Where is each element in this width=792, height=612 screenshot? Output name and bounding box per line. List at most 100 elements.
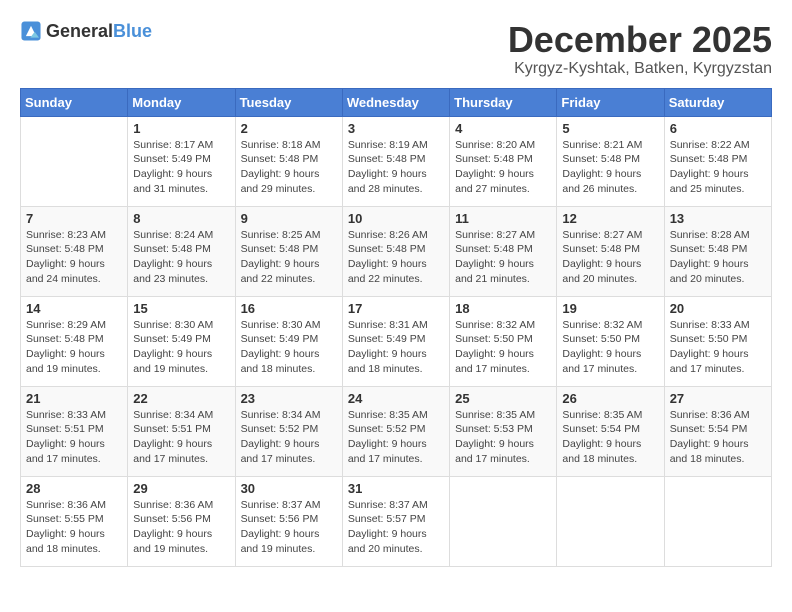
day-number: 10 bbox=[348, 211, 444, 226]
day-info: Sunrise: 8:36 AMSunset: 5:56 PMDaylight:… bbox=[133, 498, 229, 557]
calendar-cell: 9 Sunrise: 8:25 AMSunset: 5:48 PMDaylight… bbox=[235, 206, 342, 296]
calendar-cell: 7 Sunrise: 8:23 AMSunset: 5:48 PMDaylight… bbox=[21, 206, 128, 296]
day-number: 29 bbox=[133, 481, 229, 496]
day-number: 16 bbox=[241, 301, 337, 316]
day-info: Sunrise: 8:35 AMSunset: 5:52 PMDaylight:… bbox=[348, 408, 444, 467]
day-info: Sunrise: 8:25 AMSunset: 5:48 PMDaylight:… bbox=[241, 228, 337, 287]
day-number: 27 bbox=[670, 391, 766, 406]
calendar-cell: 26 Sunrise: 8:35 AMSunset: 5:54 PMDayligh… bbox=[557, 386, 664, 476]
day-info: Sunrise: 8:30 AMSunset: 5:49 PMDaylight:… bbox=[241, 318, 337, 377]
calendar-cell: 23 Sunrise: 8:34 AMSunset: 5:52 PMDayligh… bbox=[235, 386, 342, 476]
title-area: December 2025 Kyrgyz-Kyshtak, Batken, Ky… bbox=[508, 20, 772, 78]
calendar-cell: 1 Sunrise: 8:17 AMSunset: 5:49 PMDaylight… bbox=[128, 116, 235, 206]
day-number: 26 bbox=[562, 391, 658, 406]
location-title: Kyrgyz-Kyshtak, Batken, Kyrgyzstan bbox=[508, 60, 772, 78]
day-number: 15 bbox=[133, 301, 229, 316]
calendar-cell: 19Sunrise: 8:32 AMSunset: 5:50 PMDayligh… bbox=[557, 296, 664, 386]
day-info: Sunrise: 8:35 AMSunset: 5:53 PMDaylight:… bbox=[455, 408, 551, 467]
day-number: 9 bbox=[241, 211, 337, 226]
calendar-week-2: 7 Sunrise: 8:23 AMSunset: 5:48 PMDaylight… bbox=[21, 206, 772, 296]
calendar-cell: 21 Sunrise: 8:33 AMSunset: 5:51 PMDayligh… bbox=[21, 386, 128, 476]
day-number: 21 bbox=[26, 391, 122, 406]
calendar-cell: 16 Sunrise: 8:30 AMSunset: 5:49 PMDayligh… bbox=[235, 296, 342, 386]
calendar-week-4: 21 Sunrise: 8:33 AMSunset: 5:51 PMDayligh… bbox=[21, 386, 772, 476]
day-number: 24 bbox=[348, 391, 444, 406]
day-number: 30 bbox=[241, 481, 337, 496]
calendar-table: SundayMondayTuesdayWednesdayThursdayFrid… bbox=[20, 88, 772, 567]
day-info: Sunrise: 8:23 AMSunset: 5:48 PMDaylight:… bbox=[26, 228, 122, 287]
weekday-header-friday: Friday bbox=[557, 88, 664, 116]
logo: GeneralBlue bbox=[20, 20, 152, 42]
day-info: Sunrise: 8:34 AMSunset: 5:52 PMDaylight:… bbox=[241, 408, 337, 467]
day-number: 4 bbox=[455, 121, 551, 136]
day-info: Sunrise: 8:33 AMSunset: 5:51 PMDaylight:… bbox=[26, 408, 122, 467]
day-number: 17 bbox=[348, 301, 444, 316]
calendar-cell: 13 Sunrise: 8:28 AMSunset: 5:48 PMDayligh… bbox=[664, 206, 771, 296]
day-number: 11 bbox=[455, 211, 551, 226]
calendar-cell: 3Sunrise: 8:19 AMSunset: 5:48 PMDaylight… bbox=[342, 116, 449, 206]
calendar-week-3: 14 Sunrise: 8:29 AMSunset: 5:48 PMDayligh… bbox=[21, 296, 772, 386]
calendar-cell: 30Sunrise: 8:37 AMSunset: 5:56 PMDayligh… bbox=[235, 476, 342, 566]
calendar-cell: 25 Sunrise: 8:35 AMSunset: 5:53 PMDayligh… bbox=[450, 386, 557, 476]
calendar-cell: 22 Sunrise: 8:34 AMSunset: 5:51 PMDayligh… bbox=[128, 386, 235, 476]
day-number: 22 bbox=[133, 391, 229, 406]
day-info: Sunrise: 8:26 AMSunset: 5:48 PMDaylight:… bbox=[348, 228, 444, 287]
day-info: Sunrise: 8:35 AMSunset: 5:54 PMDaylight:… bbox=[562, 408, 658, 467]
day-info: Sunrise: 8:28 AMSunset: 5:48 PMDaylight:… bbox=[670, 228, 766, 287]
day-number: 2 bbox=[241, 121, 337, 136]
calendar-cell bbox=[21, 116, 128, 206]
weekday-header-tuesday: Tuesday bbox=[235, 88, 342, 116]
day-number: 7 bbox=[26, 211, 122, 226]
logo-general-text: General bbox=[46, 21, 113, 41]
calendar-cell: 12 Sunrise: 8:27 AMSunset: 5:48 PMDayligh… bbox=[557, 206, 664, 296]
calendar-cell: 10 Sunrise: 8:26 AMSunset: 5:48 PMDayligh… bbox=[342, 206, 449, 296]
calendar-cell bbox=[450, 476, 557, 566]
day-info: Sunrise: 8:37 AMSunset: 5:57 PMDaylight:… bbox=[348, 498, 444, 557]
month-title: December 2025 bbox=[508, 20, 772, 60]
calendar-cell bbox=[557, 476, 664, 566]
day-info: Sunrise: 8:36 AMSunset: 5:55 PMDaylight:… bbox=[26, 498, 122, 557]
calendar-cell: 18Sunrise: 8:32 AMSunset: 5:50 PMDayligh… bbox=[450, 296, 557, 386]
day-number: 5 bbox=[562, 121, 658, 136]
calendar-cell: 27Sunrise: 8:36 AMSunset: 5:54 PMDayligh… bbox=[664, 386, 771, 476]
day-number: 13 bbox=[670, 211, 766, 226]
logo-icon bbox=[20, 20, 42, 42]
calendar-week-1: 1 Sunrise: 8:17 AMSunset: 5:49 PMDaylight… bbox=[21, 116, 772, 206]
day-info: Sunrise: 8:20 AMSunset: 5:48 PMDaylight:… bbox=[455, 138, 551, 197]
weekday-header-saturday: Saturday bbox=[664, 88, 771, 116]
day-info: Sunrise: 8:21 AMSunset: 5:48 PMDaylight:… bbox=[562, 138, 658, 197]
day-number: 23 bbox=[241, 391, 337, 406]
day-number: 19 bbox=[562, 301, 658, 316]
day-info: Sunrise: 8:30 AMSunset: 5:49 PMDaylight:… bbox=[133, 318, 229, 377]
day-number: 28 bbox=[26, 481, 122, 496]
day-number: 1 bbox=[133, 121, 229, 136]
weekday-header-monday: Monday bbox=[128, 88, 235, 116]
day-number: 25 bbox=[455, 391, 551, 406]
day-number: 18 bbox=[455, 301, 551, 316]
day-number: 20 bbox=[670, 301, 766, 316]
weekday-header-row: SundayMondayTuesdayWednesdayThursdayFrid… bbox=[21, 88, 772, 116]
day-info: Sunrise: 8:29 AMSunset: 5:48 PMDaylight:… bbox=[26, 318, 122, 377]
day-info: Sunrise: 8:34 AMSunset: 5:51 PMDaylight:… bbox=[133, 408, 229, 467]
calendar-cell: 17Sunrise: 8:31 AMSunset: 5:49 PMDayligh… bbox=[342, 296, 449, 386]
day-info: Sunrise: 8:27 AMSunset: 5:48 PMDaylight:… bbox=[562, 228, 658, 287]
calendar-cell: 11Sunrise: 8:27 AMSunset: 5:48 PMDayligh… bbox=[450, 206, 557, 296]
day-number: 12 bbox=[562, 211, 658, 226]
day-info: Sunrise: 8:17 AMSunset: 5:49 PMDaylight:… bbox=[133, 138, 229, 197]
calendar-cell: 8Sunrise: 8:24 AMSunset: 5:48 PMDaylight… bbox=[128, 206, 235, 296]
day-info: Sunrise: 8:19 AMSunset: 5:48 PMDaylight:… bbox=[348, 138, 444, 197]
weekday-header-sunday: Sunday bbox=[21, 88, 128, 116]
calendar-cell: 5 Sunrise: 8:21 AMSunset: 5:48 PMDaylight… bbox=[557, 116, 664, 206]
day-info: Sunrise: 8:33 AMSunset: 5:50 PMDaylight:… bbox=[670, 318, 766, 377]
day-number: 14 bbox=[26, 301, 122, 316]
day-info: Sunrise: 8:18 AMSunset: 5:48 PMDaylight:… bbox=[241, 138, 337, 197]
logo-blue-text: Blue bbox=[113, 21, 152, 41]
calendar-cell bbox=[664, 476, 771, 566]
calendar-cell: 29 Sunrise: 8:36 AMSunset: 5:56 PMDayligh… bbox=[128, 476, 235, 566]
calendar-cell: 20 Sunrise: 8:33 AMSunset: 5:50 PMDayligh… bbox=[664, 296, 771, 386]
calendar-cell: 2 Sunrise: 8:18 AMSunset: 5:48 PMDaylight… bbox=[235, 116, 342, 206]
weekday-header-wednesday: Wednesday bbox=[342, 88, 449, 116]
calendar-cell: 31Sunrise: 8:37 AMSunset: 5:57 PMDayligh… bbox=[342, 476, 449, 566]
calendar-cell: 6Sunrise: 8:22 AMSunset: 5:48 PMDaylight… bbox=[664, 116, 771, 206]
day-number: 6 bbox=[670, 121, 766, 136]
